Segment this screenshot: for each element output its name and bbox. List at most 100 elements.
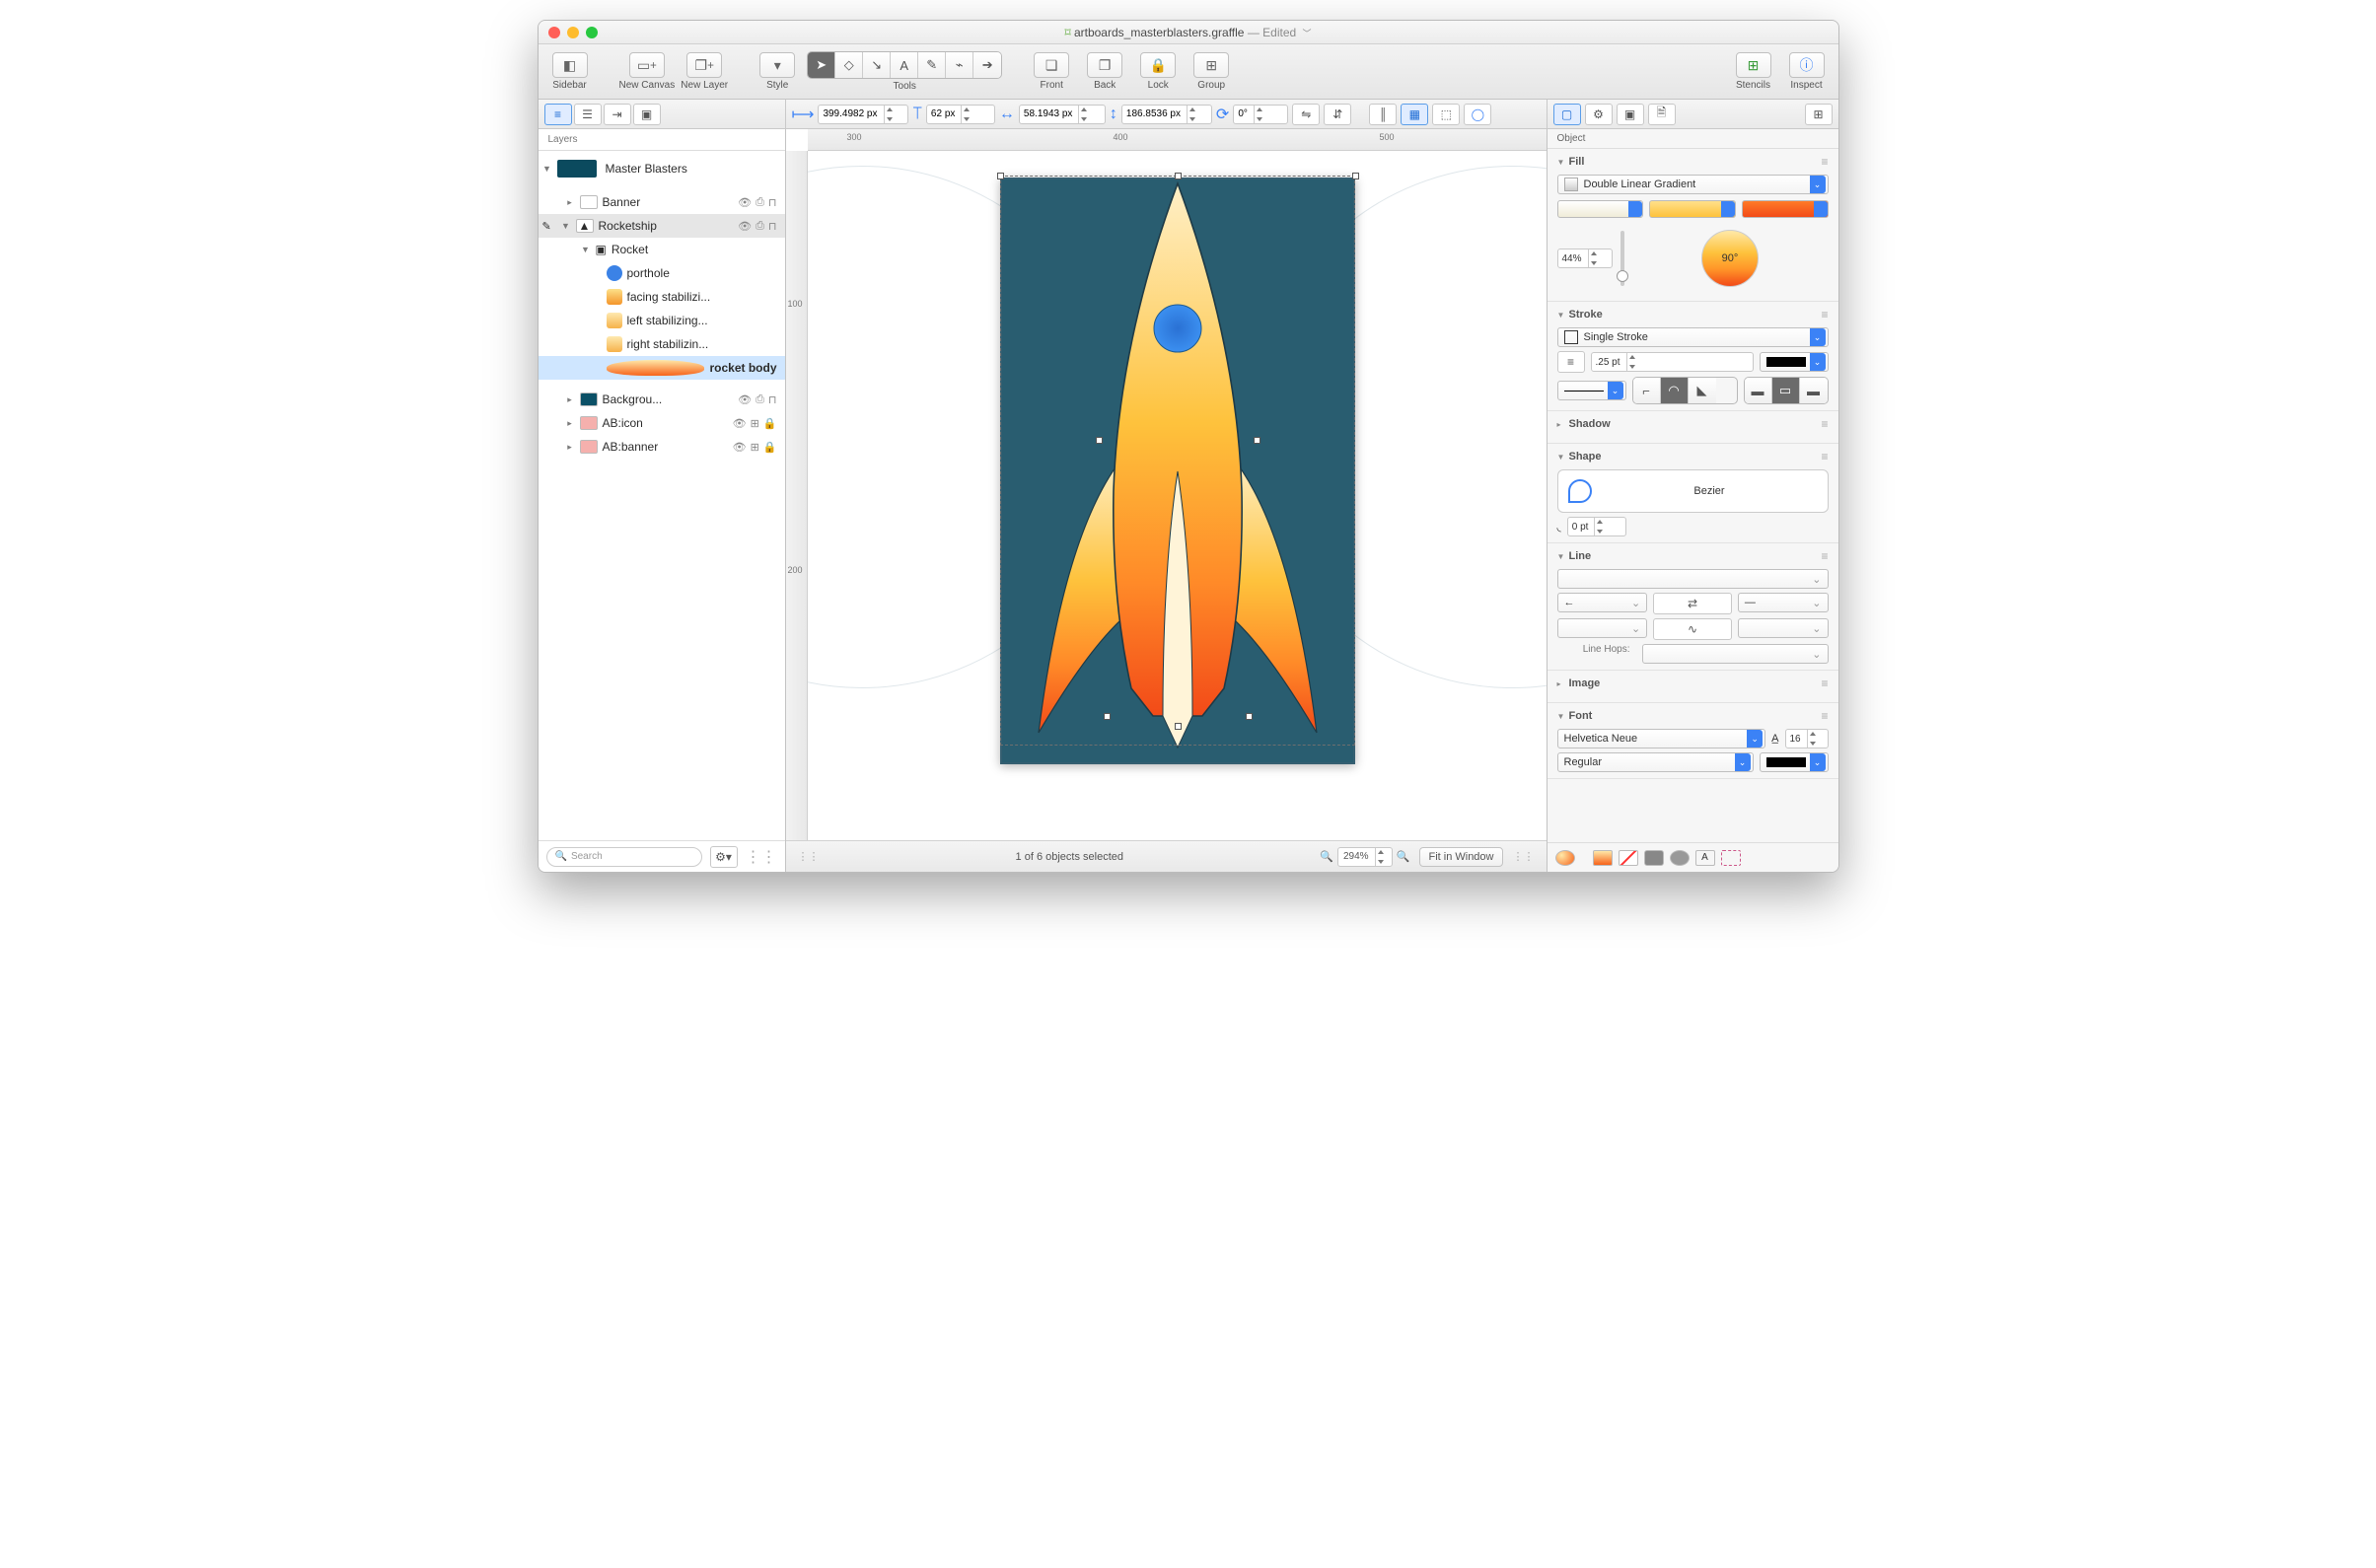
guides-tab[interactable]: ⇥ bbox=[604, 104, 631, 125]
canvas-tab[interactable]: ▣ bbox=[1617, 104, 1644, 125]
selection-handle[interactable] bbox=[1352, 173, 1359, 179]
unlock-icon[interactable]: ⊓ bbox=[768, 220, 777, 233]
eye-icon[interactable]: 👁 bbox=[738, 196, 752, 209]
shape-preview[interactable]: ◯ bbox=[1464, 104, 1491, 125]
selection-tab[interactable]: ▣ bbox=[633, 104, 661, 125]
obj-porthole[interactable]: porthole bbox=[539, 261, 785, 285]
line-head-select[interactable]: —⌄ bbox=[1738, 593, 1829, 612]
line-hops-select[interactable]: ⌄ bbox=[1642, 644, 1829, 664]
search-input[interactable]: 🔍 Search bbox=[546, 847, 702, 867]
style-chip-shape[interactable] bbox=[1644, 850, 1664, 866]
fit-window-button[interactable]: Fit in Window bbox=[1419, 847, 1502, 867]
minimize-icon[interactable] bbox=[567, 27, 579, 38]
line-head-size[interactable]: ⌄ bbox=[1738, 618, 1829, 638]
style-chip-fill[interactable] bbox=[1555, 850, 1575, 866]
style-chip-text[interactable]: A bbox=[1695, 850, 1715, 866]
menu-icon[interactable]: ≡ bbox=[1821, 308, 1828, 321]
layer-background[interactable]: ▸ Backgrou... 👁⎙⊓ bbox=[539, 388, 785, 411]
chevron-down-icon[interactable]: ﹀ bbox=[1303, 29, 1312, 38]
font-weight-select[interactable]: Regular⌄ bbox=[1557, 752, 1754, 772]
menu-icon[interactable]: ≡ bbox=[1821, 677, 1828, 690]
menu-icon[interactable]: ≡ bbox=[1821, 549, 1828, 563]
inspect-button[interactable]: ⓘ Inspect bbox=[1783, 52, 1831, 91]
obj-rocket-body[interactable]: rocket body bbox=[539, 356, 785, 380]
corner-bevel[interactable]: ◣ bbox=[1689, 378, 1716, 403]
stencils-button[interactable]: ⊞ Stencils bbox=[1730, 52, 1777, 91]
midpoint-slider[interactable] bbox=[1620, 231, 1624, 286]
shape-type-select[interactable]: Bezier bbox=[1557, 469, 1829, 513]
distribute-button[interactable]: ▦ bbox=[1401, 104, 1428, 125]
line-tail-size[interactable]: ⌄ bbox=[1557, 618, 1648, 638]
zoom-in-icon[interactable]: 🔍 bbox=[1397, 850, 1410, 863]
zoom-icon[interactable] bbox=[586, 27, 598, 38]
midpoint-field[interactable]: 44% bbox=[1557, 249, 1613, 268]
stroke-type-select[interactable]: Single Stroke⌄ bbox=[1557, 327, 1829, 347]
stroke-color-select[interactable]: ⌄ bbox=[1760, 352, 1829, 372]
drag-handle-icon[interactable]: ⋮⋮ bbox=[1513, 850, 1535, 863]
group-button[interactable]: ⊞ Group bbox=[1188, 52, 1235, 91]
drag-handle-icon[interactable]: ⋮⋮ bbox=[798, 850, 820, 863]
eye-icon[interactable]: 👁 bbox=[733, 441, 747, 454]
style-chip-nostroke[interactable] bbox=[1619, 850, 1638, 866]
y-field[interactable]: 62 px bbox=[926, 105, 995, 124]
gradient-stop-2[interactable] bbox=[1649, 200, 1736, 218]
artboard-icon[interactable]: ⊞ bbox=[751, 441, 759, 454]
font-size-field[interactable]: 16 bbox=[1785, 729, 1829, 748]
style-chip-bounds[interactable] bbox=[1721, 850, 1741, 866]
w-field[interactable]: 58.1943 px bbox=[1019, 105, 1106, 124]
selection-handle[interactable] bbox=[1104, 713, 1111, 720]
line-curve-button[interactable]: ∿ bbox=[1653, 618, 1732, 640]
group-rocket[interactable]: ▼ ▣ Rocket bbox=[539, 238, 785, 261]
layers-tab[interactable]: ≡ bbox=[544, 104, 572, 125]
layer-rocketship[interactable]: ✎ ▼ ▲ Rocketship 👁⎙⊓ bbox=[539, 214, 785, 238]
line-tail-select[interactable]: ←⌄ bbox=[1557, 593, 1648, 612]
ruler-horizontal[interactable]: 300 400 500 bbox=[808, 129, 1547, 151]
stroke-width-field[interactable]: .25 pt bbox=[1591, 352, 1754, 372]
zoom-out-icon[interactable]: 🔍 bbox=[1320, 850, 1333, 863]
tool-line[interactable]: ↘ bbox=[863, 52, 891, 78]
selection-handle[interactable] bbox=[1175, 723, 1182, 730]
selection-handle[interactable] bbox=[1246, 713, 1253, 720]
canvas-row[interactable]: ▼ Master Blasters bbox=[539, 157, 785, 180]
gradient-stop-1[interactable] bbox=[1557, 200, 1644, 218]
properties-tab[interactable]: ⚙ bbox=[1585, 104, 1613, 125]
selection-handle[interactable] bbox=[1254, 437, 1260, 444]
snap-button[interactable]: ⬚ bbox=[1432, 104, 1460, 125]
print-icon[interactable]: ⎙ bbox=[756, 196, 764, 209]
cap-round[interactable]: ▭ bbox=[1772, 378, 1800, 403]
print-icon[interactable]: ⎙ bbox=[756, 220, 764, 233]
r-field[interactable]: 0° bbox=[1233, 105, 1288, 124]
line-style-select[interactable]: ⌄ bbox=[1557, 569, 1829, 589]
layer-ab-icon[interactable]: ▸ AB:icon 👁⊞🔒 bbox=[539, 411, 785, 435]
lock-icon[interactable]: 🔒 bbox=[763, 417, 777, 430]
new-canvas-button[interactable]: ▭+ New Canvas bbox=[619, 52, 676, 91]
style-chip-gradient[interactable] bbox=[1593, 850, 1613, 866]
drag-handle-icon[interactable]: ⋮⋮ bbox=[746, 847, 777, 867]
lock-button[interactable]: 🔒 Lock bbox=[1134, 52, 1182, 91]
eye-icon[interactable]: 👁 bbox=[738, 220, 752, 233]
eye-icon[interactable]: 👁 bbox=[733, 417, 747, 430]
layer-banner[interactable]: ▸ Banner 👁⎙⊓ bbox=[539, 190, 785, 214]
artboard-icon[interactable]: ⊞ bbox=[751, 417, 759, 430]
gradient-stop-3[interactable] bbox=[1742, 200, 1829, 218]
eye-icon[interactable]: 👁 bbox=[738, 393, 752, 406]
tool-diagram[interactable]: ⌁ bbox=[946, 52, 973, 78]
corner-miter[interactable]: ⌐ bbox=[1633, 378, 1661, 403]
unlock-icon[interactable]: ⊓ bbox=[768, 393, 777, 406]
selection-handle[interactable] bbox=[1175, 173, 1182, 179]
swap-ends-button[interactable]: ⇄ bbox=[1653, 593, 1732, 614]
tool-shape[interactable]: ◇ bbox=[835, 52, 863, 78]
menu-icon[interactable]: ≡ bbox=[1821, 709, 1828, 723]
selection-handle[interactable] bbox=[1096, 437, 1103, 444]
cap-butt[interactable]: ▬ bbox=[1745, 378, 1772, 403]
flip-v-button[interactable]: ⇵ bbox=[1324, 104, 1351, 125]
dash-select[interactable]: ⌄ bbox=[1557, 381, 1626, 400]
font-color-select[interactable]: ⌄ bbox=[1760, 752, 1829, 772]
tool-browse[interactable]: ➔ bbox=[973, 52, 1001, 78]
zoom-field[interactable]: 294% bbox=[1337, 847, 1393, 867]
tool-text[interactable]: A bbox=[891, 52, 918, 78]
back-button[interactable]: ❐ Back bbox=[1081, 52, 1128, 91]
lock-icon[interactable]: 🔒 bbox=[763, 441, 777, 454]
h-field[interactable]: 186.8536 px bbox=[1121, 105, 1212, 124]
cap-square[interactable]: ▬ bbox=[1800, 378, 1828, 403]
